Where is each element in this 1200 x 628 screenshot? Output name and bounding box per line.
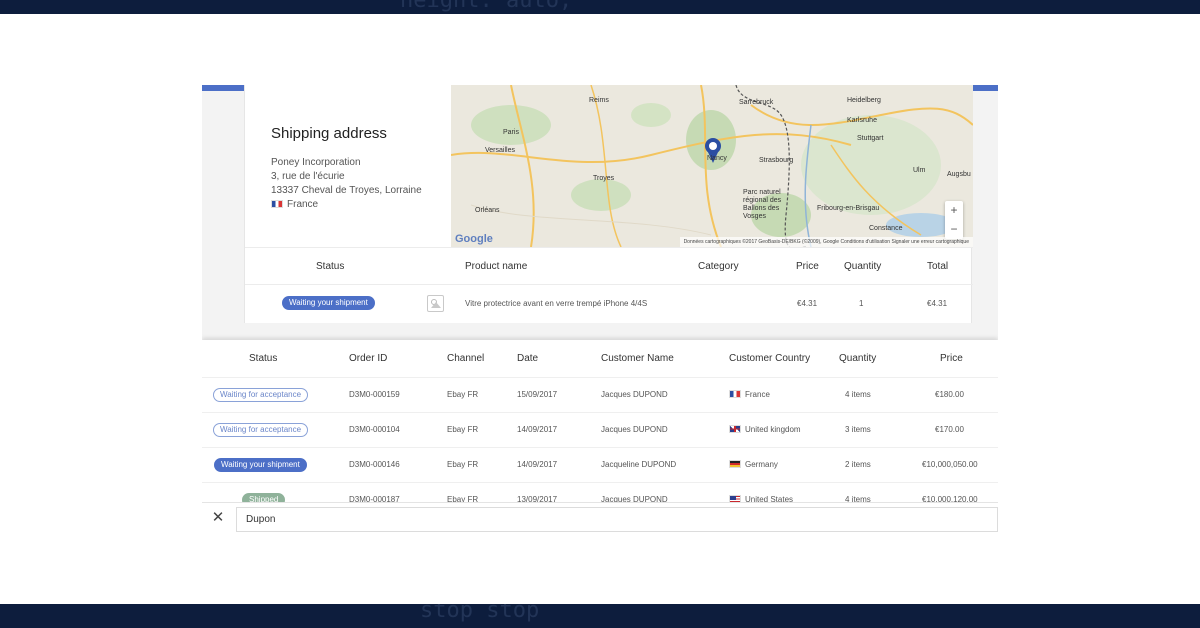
order-price: €170.00 xyxy=(935,425,964,434)
map-label: Paris xyxy=(503,129,519,136)
map-label: Stuttgart xyxy=(857,135,884,142)
customer-name: Jacques DUPOND xyxy=(601,390,668,399)
map-label: Versailles xyxy=(485,147,515,154)
order-price: €180.00 xyxy=(935,390,964,399)
address-country: France xyxy=(271,198,451,212)
map-label: Augsbu xyxy=(947,171,971,178)
address-line: Poney Incorporation xyxy=(271,157,361,168)
map-label: Strasbourg xyxy=(759,157,794,164)
product-quantity: 1 xyxy=(859,299,864,308)
address-country-label: France xyxy=(287,199,319,210)
map-label: Fribourg-en-Brisgau xyxy=(817,205,880,212)
order-price: €10,000,050.00 xyxy=(922,460,978,469)
column-header-status[interactable]: Status xyxy=(316,261,344,272)
column-header-product[interactable]: Product name xyxy=(465,261,527,272)
customer-country: Germany xyxy=(729,460,778,469)
map-canvas xyxy=(451,85,973,247)
column-header-quantity[interactable]: Quantity xyxy=(839,353,876,364)
map-label: Ulm xyxy=(913,167,926,174)
address-line: 3, rue de l'écurie xyxy=(271,171,345,182)
table-row[interactable]: Waiting for acceptance D3M0-000159 Ebay … xyxy=(202,377,998,412)
map-label: Sarrebruck xyxy=(739,99,774,106)
order-date: 14/09/2017 xyxy=(517,425,558,434)
order-quantity: 4 items xyxy=(845,390,871,399)
column-header-date[interactable]: Date xyxy=(517,353,538,364)
shipping-address: Shipping address Poney Incorporation 3, … xyxy=(271,125,451,212)
column-header-channel[interactable]: Channel xyxy=(447,353,484,364)
app-window: Shipping address Poney Incorporation 3, … xyxy=(202,85,998,535)
shipping-address-title: Shipping address xyxy=(271,125,387,142)
search-bar: ✕ xyxy=(202,502,998,535)
order-channel: Ebay FR xyxy=(447,425,479,434)
background-code-top: height: auto; xyxy=(400,0,573,13)
orders-table: Status Order ID Channel Date Customer Na… xyxy=(202,340,998,535)
map[interactable]: Reims Sarrebruck Heidelberg Paris Karlsr… xyxy=(451,85,973,247)
product-row[interactable]: Waiting your shipment Vitre protectrice … xyxy=(245,285,973,323)
map-label: Constance xyxy=(869,225,903,232)
order-channel: Ebay FR xyxy=(447,460,479,469)
map-label: Parc naturel régional des Ballons des Vo… xyxy=(743,189,782,220)
map-label: Orléans xyxy=(475,207,500,214)
customer-name: Jacques DUPOND xyxy=(601,425,668,434)
customer-country-label: France xyxy=(745,390,770,399)
customer-country-label: Germany xyxy=(745,460,778,469)
status-badge: Waiting for acceptance xyxy=(213,388,309,402)
column-header-price[interactable]: Price xyxy=(796,261,819,272)
column-header-customer[interactable]: Customer Name xyxy=(601,353,674,364)
france-flag-icon xyxy=(271,200,283,208)
france-flag-icon xyxy=(729,390,741,398)
germany-flag-icon xyxy=(729,460,741,468)
table-row[interactable]: Waiting your shipment D3M0-000146 Ebay F… xyxy=(202,447,998,482)
map-label: Karlsruhe xyxy=(847,117,877,124)
map-zoom-control: + − xyxy=(945,201,963,239)
product-name: Vitre protectrice avant en verre trempé … xyxy=(465,299,648,308)
accent-bar-left xyxy=(202,85,244,91)
image-placeholder-icon xyxy=(427,295,444,312)
column-header-status[interactable]: Status xyxy=(249,353,277,364)
accent-bar-right xyxy=(970,85,998,91)
table-row[interactable]: Waiting for acceptance D3M0-000104 Ebay … xyxy=(202,412,998,447)
order-detail-card: Shipping address Poney Incorporation 3, … xyxy=(244,85,973,323)
map-attribution[interactable]: Données cartographiques ©2017 GeoBasis-D… xyxy=(679,237,973,247)
product-price: €4.31 xyxy=(797,299,818,308)
customer-country: France xyxy=(729,390,770,399)
order-id: D3M0-000104 xyxy=(349,425,400,434)
order-date: 15/09/2017 xyxy=(517,390,558,399)
orders-table-header: Status Order ID Channel Date Customer Na… xyxy=(202,340,998,378)
top-band: height: auto; xyxy=(0,0,1200,14)
column-header-price[interactable]: Price xyxy=(940,353,963,364)
customer-country-label: United kingdom xyxy=(745,425,801,434)
product-table-header: Status Product name Category Price Quant… xyxy=(245,247,973,285)
column-header-total[interactable]: Total xyxy=(927,261,948,272)
column-header-order-id[interactable]: Order ID xyxy=(349,353,387,364)
bottom-band: stop stop xyxy=(0,604,1200,628)
background-code-bottom: stop stop xyxy=(420,604,540,623)
zoom-in-button[interactable]: + xyxy=(945,201,963,220)
map-label: Reims xyxy=(589,97,609,104)
map-label: Troyes xyxy=(593,175,615,182)
column-header-country[interactable]: Customer Country xyxy=(729,353,810,364)
order-id: D3M0-000159 xyxy=(349,390,400,399)
google-logo: Google xyxy=(455,233,493,245)
map-label: Nancy xyxy=(707,155,727,162)
order-date: 14/09/2017 xyxy=(517,460,558,469)
product-total: €4.31 xyxy=(927,299,948,308)
customer-country: United kingdom xyxy=(729,425,801,434)
order-channel: Ebay FR xyxy=(447,390,479,399)
column-header-category[interactable]: Category xyxy=(698,261,739,272)
search-input[interactable] xyxy=(236,507,998,532)
customer-name: Jacqueline DUPOND xyxy=(601,460,677,469)
address-line: 13337 Cheval de Troyes, Lorraine xyxy=(271,185,422,196)
map-label: Heidelberg xyxy=(847,97,881,104)
close-icon[interactable]: ✕ xyxy=(211,510,225,525)
status-badge: Waiting for acceptance xyxy=(213,423,309,437)
status-badge: Waiting your shipment xyxy=(282,296,375,310)
order-quantity: 2 items xyxy=(845,460,871,469)
status-badge: Waiting your shipment xyxy=(214,458,307,472)
order-id: D3M0-000146 xyxy=(349,460,400,469)
uk-flag-icon xyxy=(729,425,741,433)
column-header-quantity[interactable]: Quantity xyxy=(844,261,881,272)
order-quantity: 3 items xyxy=(845,425,871,434)
